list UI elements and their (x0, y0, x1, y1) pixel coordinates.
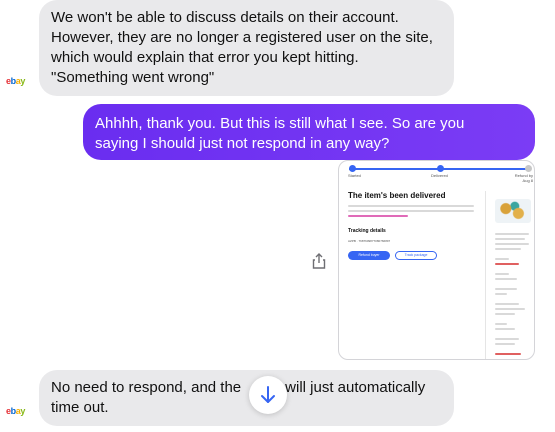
text-line (495, 313, 515, 315)
text-line (495, 273, 509, 275)
text-line (495, 258, 509, 260)
link-line (348, 215, 408, 217)
text-line (495, 338, 519, 340)
message-line: time out. (51, 399, 109, 416)
message-line: We won't be able to discuss details on t… (51, 9, 399, 26)
share-icon[interactable] (310, 252, 328, 270)
incoming-message-1[interactable]: We won't be able to discuss details on t… (39, 0, 454, 96)
message-line: saying I should just not respond in any … (95, 135, 390, 152)
text-line (495, 238, 525, 240)
text-line (495, 248, 521, 250)
divider (485, 191, 486, 359)
tracking-number: AZPB · 7687609877080766897 (348, 239, 391, 243)
text-line (495, 353, 521, 355)
refund-button: Refund buyer (348, 251, 390, 260)
outgoing-message[interactable]: Ahhhh, thank you. But this is still what… (83, 104, 535, 160)
text-line (495, 293, 507, 295)
text-line (495, 303, 519, 305)
message-line: However, they are no longer a registered… (51, 29, 433, 46)
incoming-message-2[interactable]: No need to respond, and the will just aut… (39, 370, 454, 426)
scroll-to-bottom-button[interactable] (249, 376, 287, 414)
tracking-heading: Tracking details (348, 228, 386, 234)
text-line (495, 263, 519, 265)
step-label: Refund by Aug 8 (514, 173, 533, 183)
message-line: Ahhhh, thank you. But this is still what… (95, 115, 465, 132)
step-dot (525, 165, 532, 172)
arrow-down-icon (261, 386, 275, 403)
ebay-avatar: ebay (6, 406, 25, 416)
message-line: No need to respond, and the will just aut… (51, 379, 426, 396)
track-button: Track package (395, 251, 437, 260)
text-line (495, 343, 515, 345)
text-line (495, 243, 529, 245)
text-line (495, 278, 517, 280)
message-line: "Something went wrong" (51, 69, 215, 86)
text-line (348, 205, 474, 207)
image-attachment[interactable]: Started Delivered Refund by Aug 8 The it… (338, 160, 535, 360)
text-line (495, 328, 515, 330)
text-line (348, 210, 474, 212)
step-label: Started (348, 173, 361, 178)
step-dot (437, 165, 444, 172)
step-dot (349, 165, 356, 172)
message-line: which would explain that error you kept … (51, 49, 359, 66)
ebay-avatar: ebay (6, 76, 25, 86)
text-line (495, 308, 525, 310)
text-line (495, 288, 517, 290)
step-label: Delivered (431, 173, 448, 178)
text-line (495, 323, 507, 325)
text-line (495, 233, 529, 235)
delivered-heading: The item's been delivered (348, 191, 446, 200)
item-thumbnail (495, 199, 531, 223)
